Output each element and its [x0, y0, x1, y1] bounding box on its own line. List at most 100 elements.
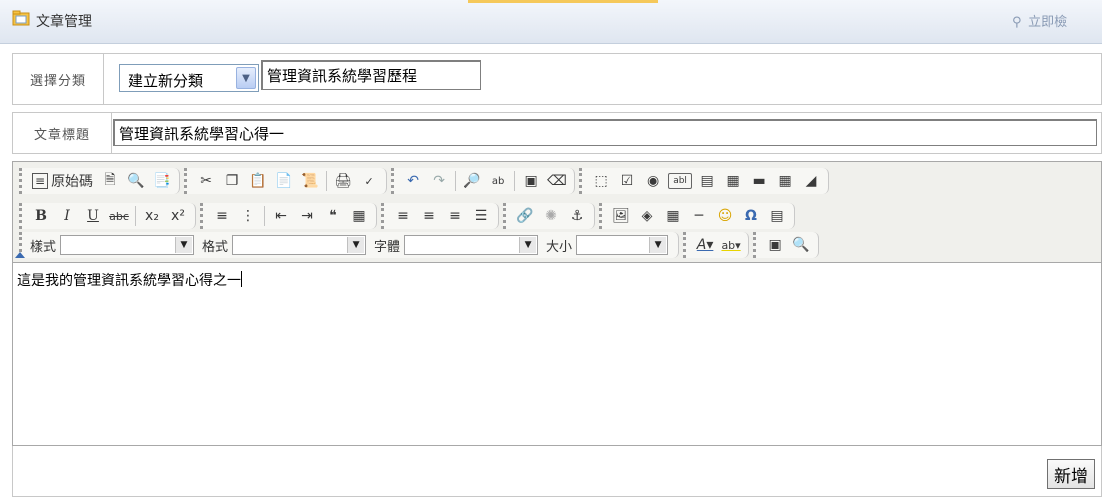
- select-field-icon[interactable]: ▦: [722, 170, 744, 192]
- style-combo[interactable]: ▼: [60, 235, 195, 255]
- title-bar: 文章管理 ⚲ 立即檢: [0, 0, 1102, 44]
- flash-icon[interactable]: ◈: [636, 205, 658, 227]
- page-break-icon[interactable]: ▤: [766, 205, 788, 227]
- form-icon[interactable]: ⬚: [590, 170, 612, 192]
- toolbar-separator: [264, 206, 265, 226]
- paste-icon[interactable]: 📋: [247, 170, 269, 192]
- remove-format-icon[interactable]: ⌫: [546, 170, 568, 192]
- style-label: 樣式: [30, 239, 57, 255]
- undo-icon[interactable]: ↶: [402, 170, 424, 192]
- editor-content[interactable]: 這是我的管理資訊系統學習心得之一: [17, 270, 1101, 290]
- smiley-icon[interactable]: ☺: [714, 205, 736, 227]
- numbered-list-icon[interactable]: ≡: [211, 205, 233, 227]
- hidden-field-icon[interactable]: ◢: [800, 170, 822, 192]
- preview-icon[interactable]: 🔍: [125, 170, 147, 192]
- underline-icon[interactable]: U: [82, 205, 104, 227]
- toolbar-separator: [514, 171, 516, 191]
- toolbar-group-basic-styles: B I U abc x₂ x²: [19, 203, 196, 229]
- toolbar-group-styles: 樣式 ▼ 格式 ▼ 字體 ▼ 大小 ▼: [19, 232, 680, 258]
- templates-icon[interactable]: 📑: [151, 170, 173, 192]
- size-label: 大小: [546, 239, 573, 255]
- radio-icon[interactable]: ◉: [642, 170, 664, 192]
- unlink-icon[interactable]: ✺: [540, 205, 562, 227]
- quick-search-link[interactable]: ⚲ 立即檢: [1012, 11, 1067, 30]
- superscript-icon[interactable]: x²: [167, 205, 189, 227]
- div-container-icon[interactable]: ▦: [348, 205, 370, 227]
- size-combo[interactable]: ▼: [576, 235, 669, 255]
- align-left-icon[interactable]: ≡: [392, 205, 414, 227]
- image-icon[interactable]: 🖼: [610, 205, 632, 227]
- select-all-icon[interactable]: ▣: [520, 170, 542, 192]
- text-color-icon[interactable]: A▾: [694, 234, 716, 256]
- toolbar-row-3: 樣式 ▼ 格式 ▼ 字體 ▼ 大小 ▼ A▾ ab▾ ▣ 🔍: [19, 232, 823, 258]
- source-button[interactable]: ≡ 原始碼: [30, 170, 95, 192]
- format-label: 格式: [202, 239, 229, 255]
- toolbar-separator: [135, 206, 136, 226]
- textfield-icon[interactable]: abl: [668, 173, 693, 189]
- align-justify-icon[interactable]: ☰: [470, 205, 492, 227]
- category-select[interactable]: 建立新分類 ▼: [119, 64, 259, 92]
- toolbar-group-clipboard: ✂ ❐ 📋 📄 📜 🖨 ✓: [184, 168, 388, 194]
- toolbar-group-tools: ▣ 🔍: [753, 232, 820, 258]
- toolbar-group-colors: A▾ ab▾: [683, 232, 750, 258]
- category-select-value: 建立新分類: [128, 72, 204, 90]
- textarea-icon[interactable]: ▤: [696, 170, 718, 192]
- strike-icon[interactable]: abc: [108, 205, 130, 227]
- article-title-input[interactable]: [113, 119, 1097, 146]
- print-icon[interactable]: 🖨: [332, 170, 354, 192]
- source-icon: ≡: [32, 173, 49, 189]
- chevron-down-icon[interactable]: ▼: [175, 237, 193, 253]
- italic-icon[interactable]: I: [56, 205, 78, 227]
- maximize-icon[interactable]: ▣: [764, 234, 786, 256]
- quick-search-label: 立即檢: [1028, 15, 1068, 30]
- replace-icon[interactable]: ab: [487, 170, 509, 192]
- paste-text-icon[interactable]: 📄: [273, 170, 295, 192]
- page-title: 文章管理: [36, 14, 92, 30]
- new-page-icon[interactable]: 🗎: [99, 170, 121, 192]
- bg-color-icon[interactable]: ab▾: [720, 234, 742, 256]
- link-icon[interactable]: 🔗: [514, 205, 536, 227]
- align-center-icon[interactable]: ≡: [418, 205, 440, 227]
- image-button-icon[interactable]: ▦: [774, 170, 796, 192]
- cut-icon[interactable]: ✂: [195, 170, 217, 192]
- subscript-icon[interactable]: x₂: [141, 205, 163, 227]
- toolbar-group-paragraph: ≡ ⋮ ⇤ ⇥ ❝ ▦: [200, 203, 377, 229]
- copy-icon[interactable]: ❐: [221, 170, 243, 192]
- article-title-label: 文章標題: [13, 113, 112, 153]
- format-combo[interactable]: ▼: [232, 235, 367, 255]
- toolbar-group-links: 🔗 ✺ ⚓: [503, 203, 595, 229]
- find-icon[interactable]: 🔎: [461, 170, 483, 192]
- add-button[interactable]: 新增: [1047, 459, 1095, 489]
- text-caret: [241, 271, 242, 287]
- active-tab-indicator: [468, 0, 658, 3]
- bold-icon[interactable]: B: [30, 205, 52, 227]
- align-right-icon[interactable]: ≡: [444, 205, 466, 227]
- collapse-toolbar-icon[interactable]: [15, 252, 25, 258]
- button-field-icon[interactable]: ▬: [748, 170, 770, 192]
- horizontal-rule-icon[interactable]: ─: [688, 205, 710, 227]
- new-category-input[interactable]: [261, 60, 481, 90]
- chevron-down-icon[interactable]: ▼: [236, 67, 256, 89]
- chevron-down-icon[interactable]: ▼: [347, 237, 365, 253]
- font-combo[interactable]: ▼: [404, 235, 539, 255]
- show-blocks-icon[interactable]: 🔍: [790, 234, 812, 256]
- table-icon[interactable]: ▦: [662, 205, 684, 227]
- special-char-icon[interactable]: Ω: [740, 205, 762, 227]
- anchor-icon[interactable]: ⚓: [566, 205, 588, 227]
- editor-text: 這是我的管理資訊系統學習心得之一: [17, 273, 241, 289]
- chevron-down-icon[interactable]: ▼: [519, 237, 537, 253]
- checkbox-icon[interactable]: ☑: [616, 170, 638, 192]
- spellcheck-icon[interactable]: ✓: [358, 170, 380, 192]
- toolbar-group-document: ≡ 原始碼 🗎 🔍 📑: [19, 168, 181, 194]
- outdent-icon[interactable]: ⇤: [270, 205, 292, 227]
- font-label: 字體: [374, 239, 401, 255]
- redo-icon[interactable]: ↷: [428, 170, 450, 192]
- paste-word-icon[interactable]: 📜: [299, 170, 321, 192]
- folder-icon: [12, 10, 30, 26]
- blockquote-icon[interactable]: ❝: [322, 205, 344, 227]
- indent-icon[interactable]: ⇥: [296, 205, 318, 227]
- toolbar-row-2: B I U abc x₂ x² ≡ ⋮ ⇤ ⇥ ❝ ▦ ≡ ≡ ≡ ☰ 🔗 ✺ …: [19, 203, 799, 229]
- search-icon: ⚲: [1012, 15, 1022, 30]
- chevron-down-icon[interactable]: ▼: [649, 237, 667, 253]
- bulleted-list-icon[interactable]: ⋮: [237, 205, 259, 227]
